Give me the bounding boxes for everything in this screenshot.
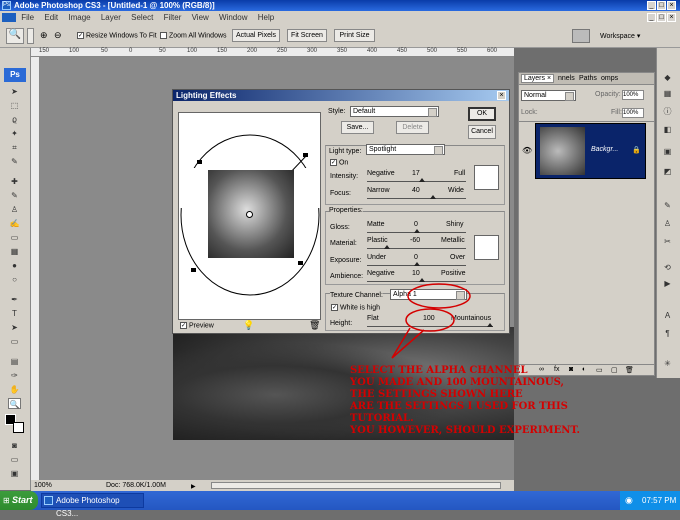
taskbar-ps-icon <box>44 496 53 505</box>
annotation-line: tutorial. <box>350 413 414 424</box>
windows-logo-icon: ⊞ <box>3 496 10 505</box>
clock: 07:57 PM <box>642 496 677 505</box>
annotation-line: Select the alpha channel <box>350 365 528 376</box>
system-tray: ◉ 07:57 PM <box>620 491 680 510</box>
tray-icon[interactable]: ◉ <box>625 491 633 510</box>
annotation-line: are the settings I used for this <box>350 401 568 412</box>
tutorial-annotation: Select the alpha channel you made and 10… <box>350 365 650 437</box>
annotation-line: the settings shown here <box>350 389 523 400</box>
taskbar-photoshop-item[interactable]: Adobe Photoshop CS3... <box>41 493 144 518</box>
annotation-line: you made and 100 mountainous, <box>350 377 564 388</box>
annotation-line: you however, should experiment. <box>350 425 580 436</box>
